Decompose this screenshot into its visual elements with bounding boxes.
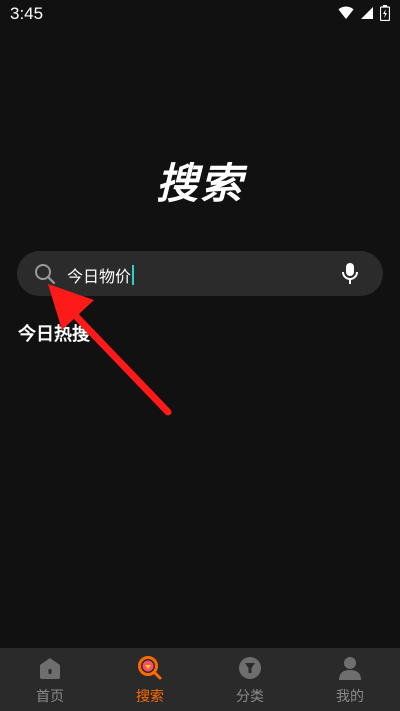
nav-label-search: 搜索: [136, 689, 164, 705]
wifi-icon: [338, 6, 354, 19]
nav-item-home[interactable]: 首页: [0, 648, 100, 711]
nav-label-category: 分类: [236, 689, 264, 705]
status-bar: 3:45: [0, 0, 400, 28]
page-title: 搜索: [155, 159, 244, 208]
battery-icon: [380, 5, 390, 21]
nav-label-profile: 我的: [336, 689, 364, 705]
category-icon: [239, 657, 261, 679]
text-caret: [132, 265, 135, 285]
search-bar[interactable]: 今日物价: [17, 251, 383, 296]
microphone-icon[interactable]: [341, 262, 359, 286]
annotation-arrow: [48, 284, 172, 416]
hot-search-label: 今日热搜: [18, 324, 90, 345]
signal-icon: [361, 7, 373, 19]
search-input-value: 今日物价: [67, 267, 132, 286]
profile-icon: [339, 657, 361, 680]
nav-item-category[interactable]: 分类: [200, 648, 300, 711]
nav-item-search[interactable]: 搜索: [100, 648, 200, 711]
nav-item-profile[interactable]: 我的: [300, 648, 400, 711]
bottom-nav: 首页 搜索 分类 我的: [0, 648, 400, 711]
search-screen: 3:45 搜索 今日物价 今日热搜 首页 搜索 分类 我的: [0, 0, 400, 711]
search-icon[interactable]: [34, 263, 56, 285]
search-nav-icon: [138, 656, 162, 680]
nav-label-home: 首页: [36, 689, 64, 705]
status-time: 3:45: [10, 4, 44, 23]
home-icon: [40, 658, 60, 679]
status-icons: [338, 5, 390, 21]
search-input[interactable]: 今日物价: [67, 263, 135, 287]
